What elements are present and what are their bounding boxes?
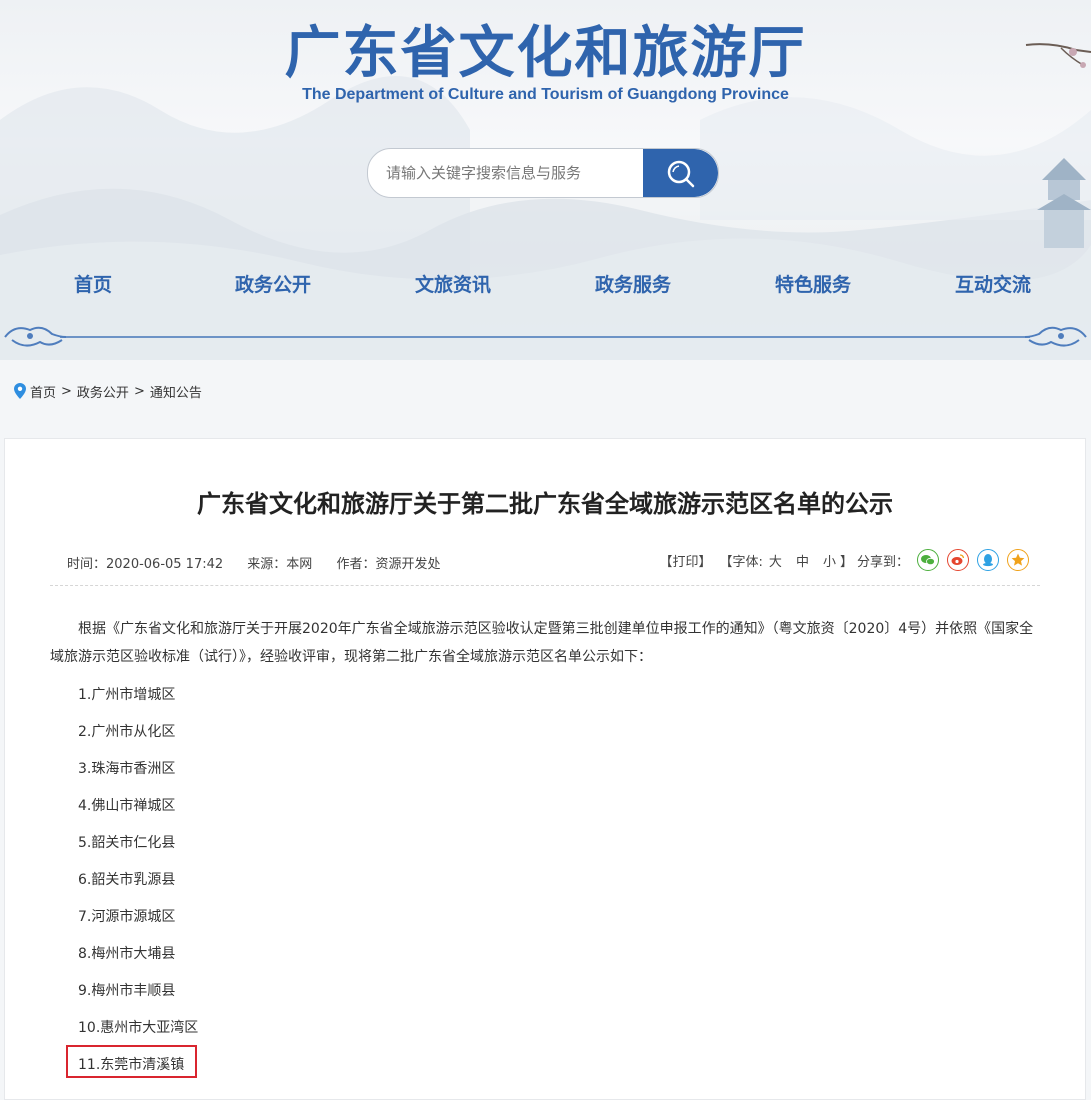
share-label: 分享到： (856, 554, 909, 570)
site-header: 广东省文化和旅游厅 The Department of Culture and … (0, 0, 1091, 360)
meta-divider (50, 585, 1040, 586)
wechat-icon[interactable] (917, 549, 939, 571)
qq-icon[interactable] (977, 549, 999, 571)
nav-item-government-services[interactable]: 政务服务 (543, 270, 723, 297)
nav-item-featured-services[interactable]: 特色服务 (723, 270, 903, 297)
list-item: 5.韶关市仁化县 (78, 835, 176, 851)
article-tools: 【打印】 【字体: 大 中 小 】 分享到： (660, 549, 1029, 571)
weibo-icon[interactable] (947, 549, 969, 571)
location-pin-icon (14, 383, 26, 399)
site-title: 广东省文化和旅游厅 (284, 20, 807, 86)
breadcrumb-separator: > (133, 383, 145, 399)
list-item: 2.广州市从化区 (78, 724, 176, 740)
breadcrumb-notices[interactable]: 通知公告 (150, 382, 202, 401)
font-size-end: 】 (839, 554, 853, 570)
nav-item-home[interactable]: 首页 (3, 270, 183, 297)
breadcrumb: 首页 > 政务公开 > 通知公告 (14, 382, 202, 401)
article-panel: 广东省文化和旅游厅关于第二批广东省全域旅游示范区名单的公示 时间：2020-06… (4, 438, 1086, 1100)
list-item: 3.珠海市香洲区 (78, 761, 176, 777)
article-author: 作者：资源开发处 (336, 557, 441, 572)
search-icon (667, 160, 695, 188)
search-input[interactable] (368, 149, 644, 197)
list-item: 10.惠州市大亚湾区 (78, 1020, 199, 1036)
nav-item-culture-tourism-news[interactable]: 文旅资讯 (363, 270, 543, 297)
highlight-box (66, 1045, 197, 1078)
list-item: 6.韶关市乳源县 (78, 872, 176, 888)
list-item: 9.梅州市丰顺县 (78, 983, 176, 999)
font-size-label: 【字体: (719, 554, 763, 570)
cloud-divider (4, 326, 1087, 347)
main-nav: 首页 政务公开 文旅资讯 政务服务 特色服务 互动交流 (0, 270, 1091, 304)
nav-item-interaction[interactable]: 互动交流 (903, 270, 1083, 297)
favorite-icon[interactable] (1007, 549, 1029, 571)
nav-item-government-affairs[interactable]: 政务公开 (183, 270, 363, 297)
print-button[interactable]: 【打印】 (660, 551, 712, 570)
publish-time: 时间：2020-06-05 17:42 (67, 557, 224, 572)
article-intro-paragraph: 根据《广东省文化和旅游厅关于开展2020年广东省全域旅游示范区验收认定暨第三批创… (50, 621, 1034, 665)
list-item: 1.广州市增城区 (78, 687, 176, 703)
article-title: 广东省文化和旅游厅关于第二批广东省全域旅游示范区名单的公示 (197, 490, 893, 518)
font-large-button[interactable]: 大 (769, 551, 782, 570)
search-button[interactable] (643, 149, 718, 197)
article-source: 来源：本网 (247, 557, 313, 572)
article-meta: 时间：2020-06-05 17:42 来源：本网 作者：资源开发处 (67, 553, 460, 572)
breadcrumb-government-affairs[interactable]: 政务公开 (77, 382, 129, 401)
pavilion-decoration (1037, 158, 1091, 248)
list-item: 8.梅州市大埔县 (78, 946, 176, 962)
breadcrumb-home[interactable]: 首页 (30, 382, 56, 401)
list-item: 7.河源市源城区 (78, 909, 176, 925)
breadcrumb-separator: > (61, 383, 72, 399)
font-small-button[interactable]: 小 (823, 551, 836, 570)
search-box (367, 148, 719, 198)
site-subtitle: The Department of Culture and Tourism of… (302, 86, 789, 103)
list-item: 4.佛山市禅城区 (78, 798, 176, 814)
font-medium-button[interactable]: 中 (796, 551, 809, 570)
